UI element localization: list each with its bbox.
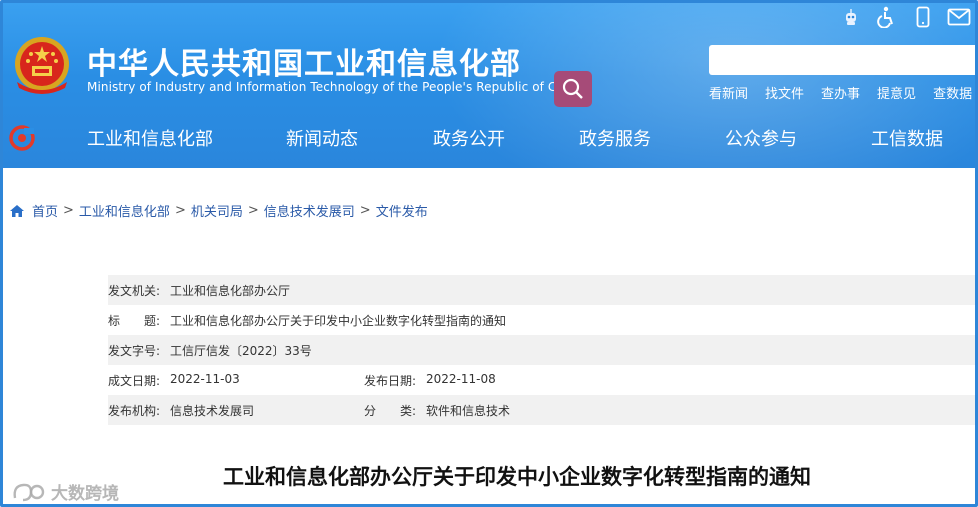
breadcrumb-it-dept[interactable]: 信息技术发展司 [264,201,355,220]
quick-link-files[interactable]: 找文件 [765,83,804,102]
meta-row-org: 发布机构: 信息技术发展司 分 类: 软件和信息技术 [108,395,975,425]
breadcrumb-separator: > [63,203,74,218]
meta-value-org: 信息技术发展司 [170,403,255,418]
meta-cell-published: 发布日期: 2022-11-08 [364,372,620,389]
mobile-icon[interactable] [905,6,941,28]
robot-icon[interactable] [833,6,869,28]
mail-icon[interactable] [941,6,975,28]
miit-logo-icon [9,125,35,151]
breadcrumb-home[interactable]: 首页 [32,201,58,220]
quick-link-news[interactable]: 看新闻 [709,83,748,102]
nav-item-news[interactable]: 新闻动态 [286,125,358,151]
meta-cell-created: 成文日期: 2022-11-03 [108,372,364,389]
accessibility-icon[interactable] [869,6,905,28]
page-frame: 中华人民共和国工业和信息化部 Ministry of Industry and … [0,0,978,507]
watermark: 大数跨境 [11,479,119,504]
meta-row-dates: 成文日期: 2022-11-03 发布日期: 2022-11-08 [108,365,975,395]
meta-label: 标 题: [108,313,161,328]
meta-value-issuer: 工业和信息化部办公厅 [170,283,291,298]
meta-value-created: 2022-11-03 [170,371,240,386]
meta-value-published: 2022-11-08 [426,371,496,386]
meta-row-title: 标 题: 工业和信息化部办公厅关于印发中小企业数字化转型指南的通知 [108,305,975,335]
quick-links: 看新闻 找文件 查办事 提意见 查数据 [709,83,972,102]
site-subtitle: Ministry of Industry and Information Tec… [87,80,583,94]
meta-label: 成文日期: [108,373,161,388]
meta-cell-category: 分 类: 软件和信息技术 [364,402,620,419]
watermark-logo-icon [13,483,45,501]
meta-value-docno: 工信厅信发〔2022〕33号 [170,343,312,358]
meta-cell-org: 发布机构: 信息技术发展司 [108,402,364,419]
meta-label: 分 类: [364,403,417,418]
home-icon [9,204,25,218]
national-emblem-icon [15,37,69,94]
quick-link-feedback[interactable]: 提意见 [877,83,916,102]
breadcrumb-departments[interactable]: 机关司局 [191,201,243,220]
site-title: 中华人民共和国工业和信息化部 [87,47,521,82]
search-button[interactable] [554,71,592,107]
nav-item-participation[interactable]: 公众参与 [725,125,797,151]
meta-label: 发文字号: [108,343,161,358]
breadcrumb-separator: > [359,203,371,218]
meta-label: 发布日期: [364,373,417,388]
quick-link-services[interactable]: 查办事 [821,83,860,102]
breadcrumb-documents[interactable]: 文件发布 [376,201,428,220]
meta-value-title: 工业和信息化部办公厅关于印发中小企业数字化转型指南的通知 [170,313,507,328]
nav-item-services[interactable]: 政务服务 [579,125,651,151]
document-meta-table: 发文机关: 工业和信息化部办公厅 标 题: 工业和信息化部办公厅关于印发中小企业… [108,275,975,425]
meta-value-category: 软件和信息技术 [426,403,511,418]
document-heading: 工业和信息化部办公厅关于印发中小企业数字化转型指南的通知 [223,465,811,489]
nav-item-government-affairs[interactable]: 政务公开 [433,125,505,151]
nav-item-data[interactable]: 工信数据 [871,125,943,151]
watermark-text: 大数跨境 [51,484,119,504]
meta-row-issuer: 发文机关: 工业和信息化部办公厅 [108,275,975,305]
quick-link-data[interactable]: 查数据 [933,83,972,102]
search-icon [562,78,583,99]
meta-row-docno: 发文字号: 工信厅信发〔2022〕33号 [108,335,975,365]
meta-label: 发布机构: [108,403,161,418]
breadcrumb: 首页 > 工业和信息化部 > 机关司局 > 信息技术发展司 > 文件发布 [9,201,428,220]
nav-item-ministry[interactable]: 工业和信息化部 [87,125,213,151]
breadcrumb-separator: > [247,203,259,218]
main-nav: 工业和信息化部 新闻动态 政务公开 政务服务 公众参与 工信数据 [3,113,975,163]
site-header: 中华人民共和国工业和信息化部 Ministry of Industry and … [3,3,975,168]
breadcrumb-ministry[interactable]: 工业和信息化部 [79,201,170,220]
search-input[interactable] [709,45,975,75]
meta-label: 发文机关: [108,283,161,298]
top-utility-icons [833,6,975,28]
breadcrumb-separator: > [174,203,186,218]
